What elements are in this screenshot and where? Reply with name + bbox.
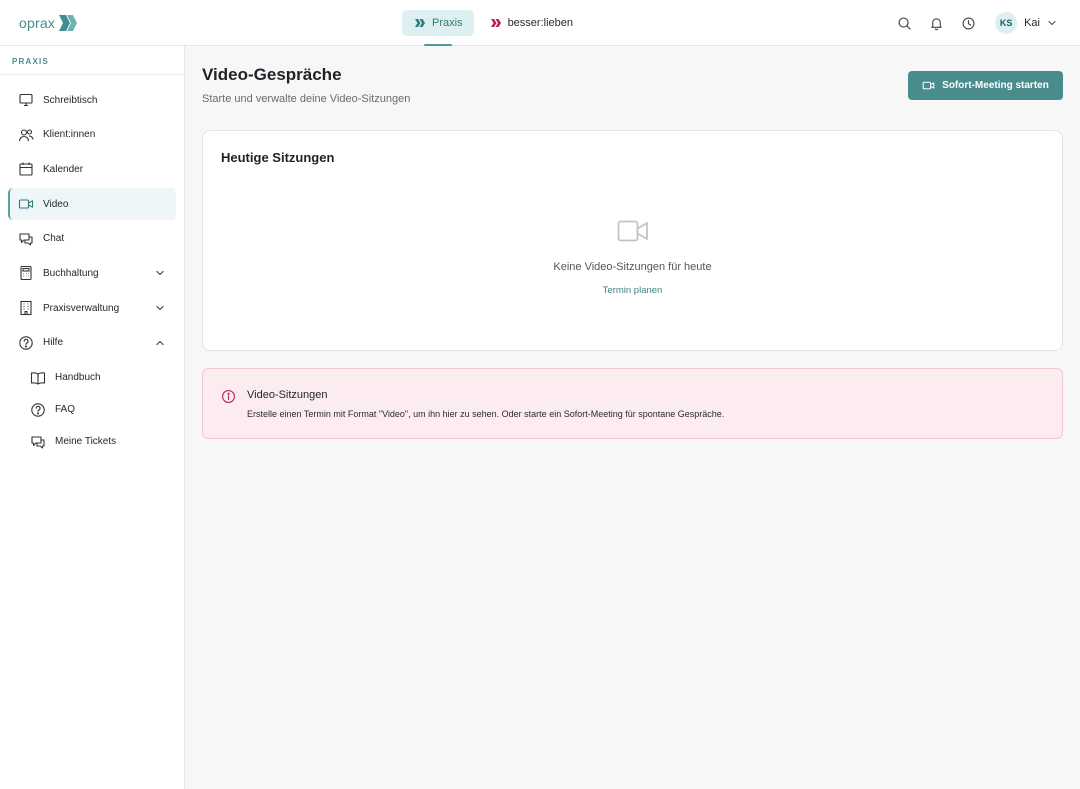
sidebar-nav: Schreibtisch Klient:innen Kalender Video: [0, 75, 184, 458]
video-icon: [617, 220, 648, 242]
chat-icon: [31, 435, 45, 449]
chevron-down-icon[interactable]: [154, 302, 166, 314]
chevron-down-icon: [1048, 20, 1056, 26]
page-title: Video-Gespräche: [202, 65, 342, 84]
card-title: Heutige Sitzungen: [221, 150, 335, 165]
book-icon: [30, 371, 46, 385]
sidebar-subitem-meine-tickets[interactable]: Meine Tickets: [0, 426, 184, 458]
video-icon: [922, 81, 935, 90]
sidebar: PRAXIS Schreibtisch Klient:innen Kalende…: [0, 46, 185, 789]
sidebar-item-label: Buchhaltung: [43, 267, 99, 279]
clock-icon: [962, 16, 975, 30]
today-sessions-card: Heutige Sitzungen Keine Video-Sitzungen …: [202, 130, 1063, 351]
sidebar-item-buchhaltung[interactable]: Buchhaltung: [8, 257, 176, 289]
logo-chevrons-icon: [59, 15, 78, 31]
start-instant-meeting-label: Sofort-Meeting starten: [942, 80, 1049, 91]
bell-icon: [930, 17, 942, 30]
sidebar-item-schreibtisch[interactable]: Schreibtisch: [8, 84, 176, 116]
users-icon: [18, 129, 34, 141]
tab-praxis[interactable]: Praxis: [402, 10, 474, 46]
sidebar-subitem-label: Meine Tickets: [55, 436, 117, 447]
building-icon: [20, 301, 32, 316]
sidebar-item-label: Chat: [43, 233, 65, 245]
video-icon: [18, 199, 34, 209]
logo-text: oprax: [19, 15, 56, 31]
help-icon: [31, 402, 45, 417]
context-tabs: Praxis besser:lieben: [402, 10, 584, 46]
chevron-down-icon[interactable]: [154, 267, 166, 279]
chevron-up-icon[interactable]: [154, 337, 166, 349]
sidebar-item-chat[interactable]: Chat: [8, 223, 176, 255]
monitor-icon: [19, 93, 33, 107]
chevrons-teal-icon: [415, 19, 425, 27]
start-instant-meeting-button[interactable]: Sofort-Meeting starten: [908, 71, 1063, 100]
info-icon: [222, 390, 235, 403]
sidebar-item-hilfe[interactable]: Hilfe: [8, 327, 176, 359]
sidebar-item-video[interactable]: Video: [8, 188, 176, 221]
schedule-appointment-link[interactable]: Termin planen: [203, 285, 1062, 296]
chevrons-crimson-icon: [490, 19, 501, 27]
tab-praxis-label: Praxis: [432, 17, 463, 29]
calculator-icon: [20, 266, 32, 281]
search-button[interactable]: [891, 10, 917, 36]
info-title: Video-Sitzungen: [247, 389, 328, 401]
sidebar-subitem-label: Handbuch: [55, 372, 101, 383]
sidebar-item-label: Kalender: [43, 163, 84, 175]
history-button[interactable]: [955, 10, 981, 36]
notifications-button[interactable]: [923, 10, 949, 36]
sidebar-item-kalender[interactable]: Kalender: [8, 153, 176, 185]
sidebar-item-klientinnen[interactable]: Klient:innen: [8, 119, 176, 151]
sidebar-item-label: Hilfe: [43, 337, 64, 349]
sidebar-subitem-faq[interactable]: FAQ: [0, 394, 184, 426]
sidebar-item-label: Schreibtisch: [43, 94, 98, 106]
sidebar-section-title: PRAXIS: [0, 46, 184, 75]
info-text: Erstelle einen Termin mit Format "Video"…: [247, 409, 725, 419]
info-banner: Video-Sitzungen Erstelle einen Termin mi…: [202, 368, 1063, 439]
user-menu[interactable]: KS Kai: [995, 12, 1058, 34]
page-subtitle: Starte und verwalte deine Video-Sitzunge…: [202, 93, 411, 105]
tab-besser-lieben-label: besser:lieben: [507, 17, 573, 29]
help-icon: [19, 336, 33, 350]
sidebar-item-label: Video: [43, 198, 69, 210]
sidebar-item-praxisverwaltung[interactable]: Praxisverwaltung: [8, 292, 176, 324]
calendar-icon: [19, 162, 33, 176]
header-actions: KS Kai: [885, 10, 1058, 36]
user-name: Kai: [1024, 17, 1040, 29]
chat-icon: [19, 233, 33, 246]
sidebar-subitem-label: FAQ: [55, 404, 76, 415]
avatar: KS: [995, 12, 1018, 34]
top-header: oprax Praxis besser:lieben KS Kai: [0, 0, 1080, 46]
sidebar-subitem-handbuch[interactable]: Handbuch: [0, 362, 184, 394]
app-logo[interactable]: oprax: [19, 12, 79, 34]
sidebar-item-label: Praxisverwaltung: [43, 302, 120, 314]
empty-state-text: Keine Video-Sitzungen für heute: [553, 261, 712, 273]
search-icon: [898, 16, 911, 30]
sidebar-item-label: Klient:innen: [43, 129, 96, 141]
tab-besser-lieben[interactable]: besser:lieben: [478, 10, 584, 36]
